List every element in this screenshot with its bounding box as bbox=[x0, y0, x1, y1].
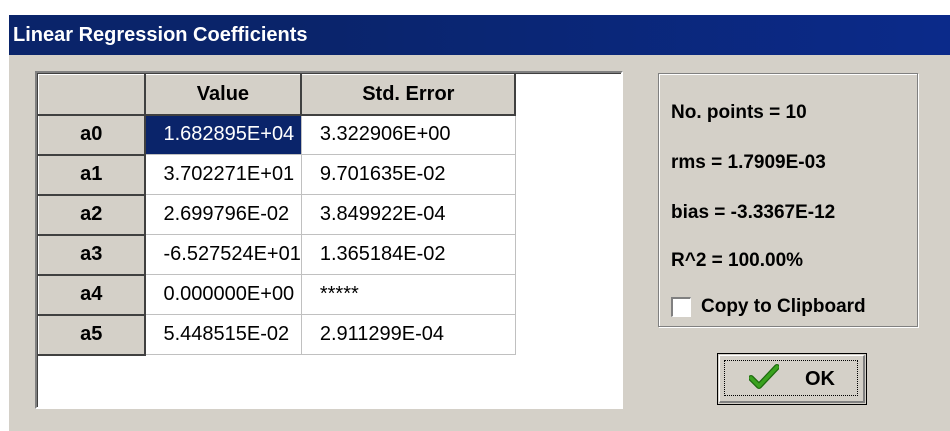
ok-button-label: OK bbox=[805, 367, 835, 390]
checkmark-icon bbox=[748, 363, 780, 395]
cell-a5-std-error[interactable]: 2.911299E-04 bbox=[301, 314, 516, 355]
value-column-header[interactable]: Value bbox=[144, 74, 303, 116]
grid-corner-header bbox=[38, 74, 146, 116]
copy-to-clipboard-checkbox[interactable] bbox=[671, 297, 691, 317]
table-row: a1 3.702271E+01 9.701635E-02 bbox=[38, 154, 516, 196]
table-row: a0 1.682895E+04 3.322906E+00 bbox=[38, 114, 516, 156]
row-header-a1[interactable]: a1 bbox=[38, 154, 146, 196]
grid-header-row: Value Std. Error bbox=[38, 74, 517, 116]
statistics-panel: No. points = 10 rms = 1.7909E-03 bias = … bbox=[658, 73, 918, 327]
window-title: Linear Regression Coefficients bbox=[13, 24, 308, 46]
cell-a1-value[interactable]: 3.702271E+01 bbox=[144, 154, 302, 195]
row-header-a2[interactable]: a2 bbox=[38, 194, 146, 236]
cell-a0-std-error[interactable]: 3.322906E+00 bbox=[301, 114, 516, 155]
cell-a4-value[interactable]: 0.000000E+00 bbox=[144, 274, 302, 315]
cell-a4-std-error[interactable]: ***** bbox=[301, 274, 516, 315]
cell-a1-std-error[interactable]: 9.701635E-02 bbox=[301, 154, 516, 195]
copy-to-clipboard-label[interactable]: Copy to Clipboard bbox=[701, 296, 866, 318]
rms-value: rms = 1.7909E-03 bbox=[671, 152, 826, 173]
cell-a3-value[interactable]: -6.527524E+01 bbox=[144, 234, 302, 275]
ok-button[interactable]: OK bbox=[717, 353, 867, 405]
coefficients-table: Value Std. Error a0 1.682895E+04 3.32290… bbox=[38, 74, 517, 356]
regression-dialog: Linear Regression Coefficients Value Std… bbox=[8, 14, 950, 431]
table-row: a5 5.448515E-02 2.911299E-04 bbox=[38, 314, 516, 356]
cell-a3-std-error[interactable]: 1.365184E-02 bbox=[301, 234, 516, 275]
bias-value: bias = -3.3367E-12 bbox=[671, 202, 836, 223]
row-header-a4[interactable]: a4 bbox=[38, 274, 146, 316]
cell-a2-value[interactable]: 2.699796E-02 bbox=[144, 194, 302, 235]
window-title-bar[interactable]: Linear Regression Coefficients bbox=[9, 15, 950, 55]
table-row: a3 -6.527524E+01 1.365184E-02 bbox=[38, 234, 516, 276]
r-squared-value: R^2 = 100.00% bbox=[671, 250, 804, 271]
table-row: a2 2.699796E-02 3.849922E-04 bbox=[38, 194, 516, 236]
copy-to-clipboard-option[interactable]: Copy to Clipboard bbox=[671, 294, 866, 320]
row-header-a5[interactable]: a5 bbox=[38, 314, 146, 356]
row-header-a0[interactable]: a0 bbox=[38, 114, 146, 156]
row-header-a3[interactable]: a3 bbox=[38, 234, 146, 276]
std-error-column-header[interactable]: Std. Error bbox=[300, 74, 517, 116]
cell-a2-std-error[interactable]: 3.849922E-04 bbox=[301, 194, 516, 235]
cell-a0-value[interactable]: 1.682895E+04 bbox=[144, 114, 302, 155]
points-count: No. points = 10 bbox=[671, 102, 807, 123]
cell-a5-value[interactable]: 5.448515E-02 bbox=[144, 314, 302, 355]
coefficients-grid[interactable]: Value Std. Error a0 1.682895E+04 3.32290… bbox=[35, 71, 623, 409]
table-row: a4 0.000000E+00 ***** bbox=[38, 274, 516, 316]
